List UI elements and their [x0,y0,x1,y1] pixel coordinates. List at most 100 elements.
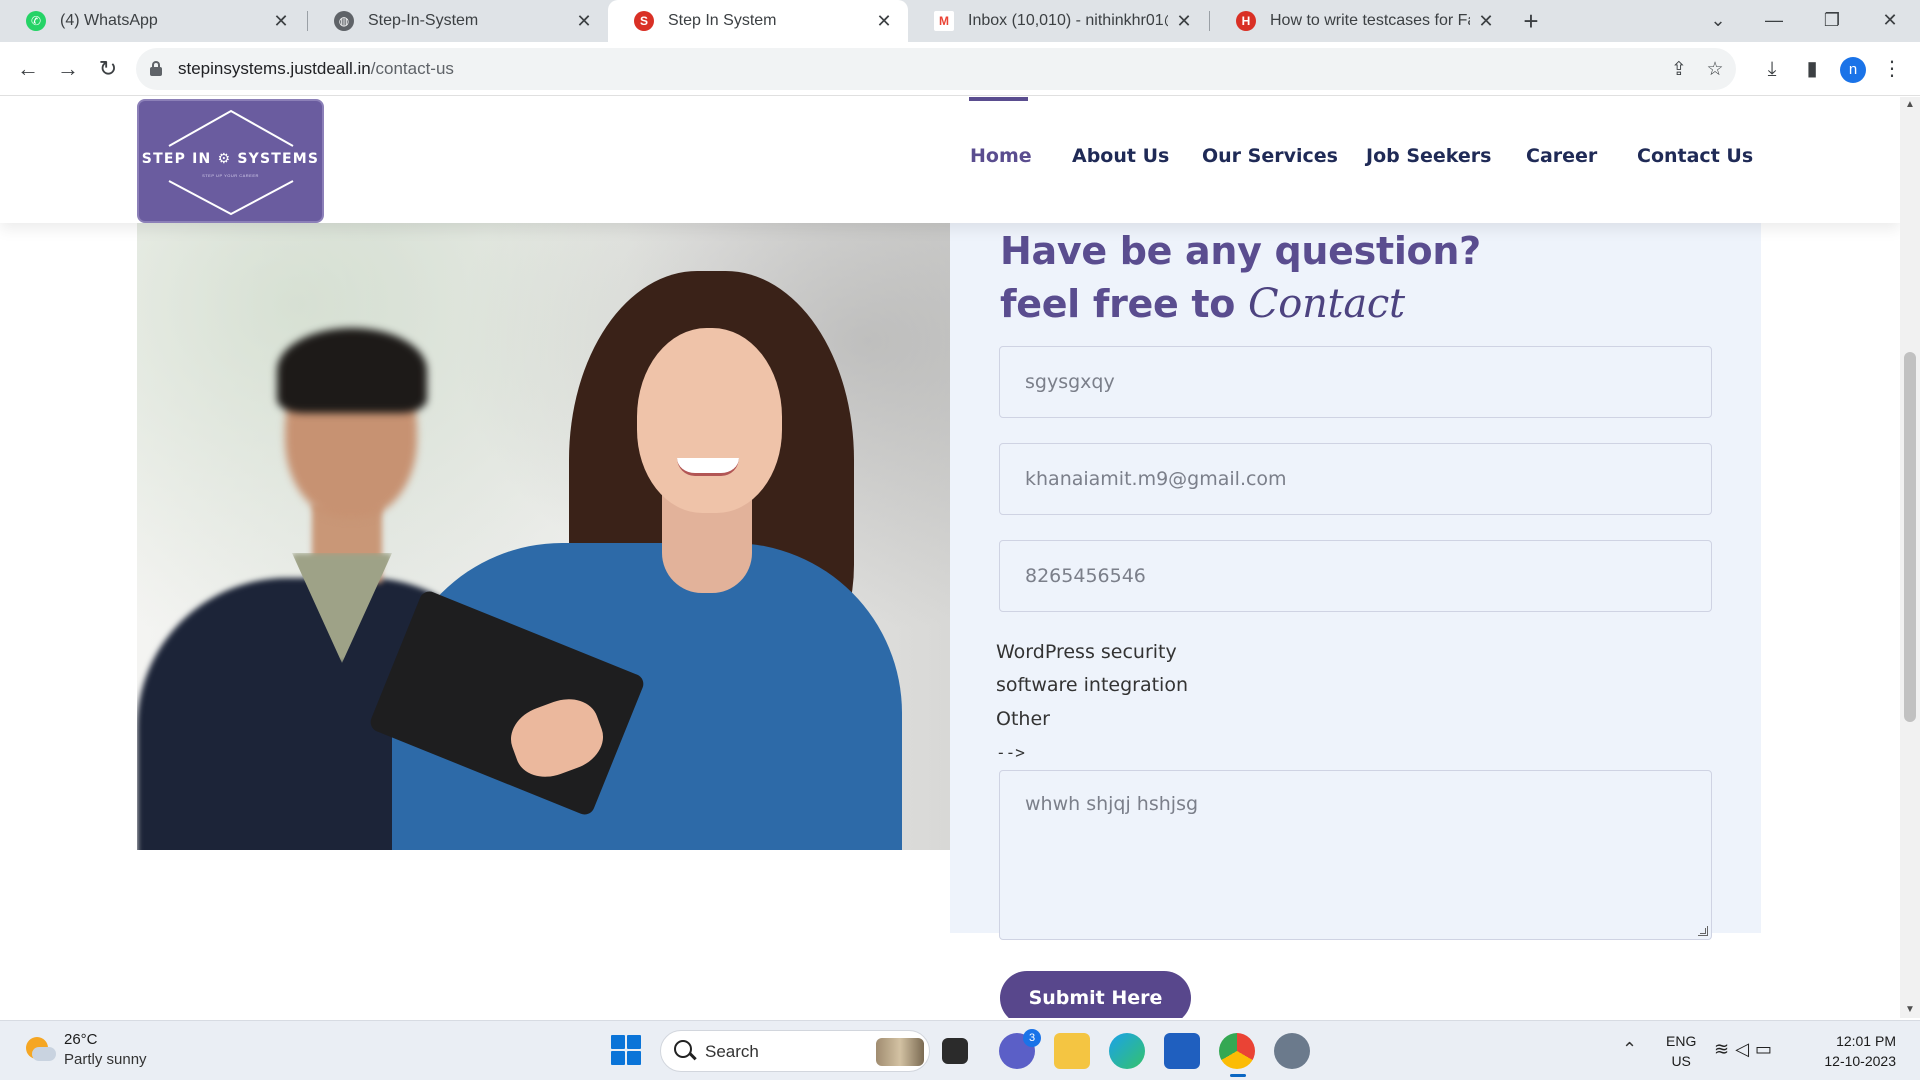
service-option-text: software integration [996,674,1189,696]
clock-date: 12-10-2023 [1824,1053,1896,1069]
site-favicon-icon: H [1236,11,1256,31]
chrome-icon[interactable] [1219,1033,1255,1077]
page-viewport: Have be any question? feel free to Conta… [0,97,1900,1018]
address-bar[interactable]: stepinsystems.justdeall.in/contact-us ⇪ … [136,48,1736,90]
teams-chat-icon[interactable]: 3 [999,1029,1041,1069]
submit-button[interactable]: Submit Here [1000,971,1191,1018]
weather-condition[interactable]: Partly sunny [64,1051,147,1068]
weather-partly-sunny-icon[interactable] [24,1035,56,1067]
side-panel-icon[interactable]: ▮ [1798,55,1826,83]
tab-testcases[interactable]: H How to write testcases for Facebook ✕ [1210,0,1510,42]
minimize-button[interactable]: — [1746,0,1802,42]
page-offset-layer: Have be any question? feel free to Conta… [0,97,1900,1018]
stepin-favicon-icon: S [634,11,654,31]
tab-title: Step-In-System [368,12,479,29]
tab-title: Inbox (10,010) - nithinkhr01@gmail.com [968,12,1168,29]
active-nav-indicator [969,97,1028,101]
logo-text: STEP IN ⚙ SYSTEMS [141,151,320,167]
close-icon[interactable]: ✕ [874,11,894,31]
scroll-up-arrow-icon[interactable]: ▲ [1900,97,1920,113]
nav-job-seekers[interactable]: Job Seekers [1366,145,1492,167]
tab-step-in-system-1[interactable]: ◍ Step-In-System ✕ [308,0,608,42]
system-tray-icons[interactable]: ≋◁▭ [1714,1039,1778,1060]
tab-step-in-system-active[interactable]: S Step In System ✕ [608,0,908,42]
tab-title: How to write testcases for Facebook [1270,12,1470,29]
close-window-button[interactable]: ✕ [1862,0,1918,42]
phone-field[interactable]: 8265456546 [999,540,1712,612]
forward-arrow-icon[interactable]: → [52,53,84,85]
photo-man-hair [277,328,427,413]
new-tab-button[interactable]: + [1516,7,1546,37]
url-path: /contact-us [370,59,454,78]
heading-line-2: feel free to Contact [1000,278,1481,331]
battery-icon[interactable]: ▭ [1755,1039,1778,1059]
lock-icon[interactable] [150,61,162,76]
input-language[interactable]: ENG US [1666,1031,1696,1071]
phone-value: 8265456546 [1025,565,1146,587]
clock-time: 12:01 PM [1836,1033,1896,1049]
gmail-icon: M [934,11,954,31]
running-indicator [1230,1074,1246,1077]
more-menu-icon[interactable]: ⋮ [1878,55,1906,83]
nav-home[interactable]: Home [970,145,1032,167]
lang-line-1: ENG [1666,1033,1697,1049]
photo-woman-smile [677,458,739,476]
message-textarea[interactable]: whwh shjqj hshjsg [999,770,1712,940]
volume-icon[interactable]: ◁ [1735,1039,1755,1059]
tab-gmail-inbox[interactable]: M Inbox (10,010) - nithinkhr01@gmail.com… [908,0,1208,42]
heading-line-1: Have be any question? [1000,229,1481,273]
task-view-icon[interactable] [942,1038,968,1064]
email-value: khanaiamit.m9@gmail.com [1025,468,1287,490]
edge-browser-icon[interactable] [1109,1033,1145,1069]
tab-title: (4) WhatsApp [60,12,158,29]
bookmark-star-icon[interactable]: ☆ [1702,57,1728,83]
profile-avatar[interactable]: n [1840,57,1866,83]
nav-about-us[interactable]: About Us [1072,145,1169,167]
close-icon[interactable]: ✕ [271,11,291,31]
tab-whatsapp[interactable]: ✆ (4) WhatsApp ✕ [0,0,305,42]
chat-badge: 3 [1023,1029,1041,1047]
photo-woman-face [637,328,782,513]
search-highlight-image [876,1038,924,1066]
settings-gear-icon[interactable] [1274,1033,1310,1069]
url-domain: stepinsystems.justdeall.in [178,59,371,78]
nav-contact-us[interactable]: Contact Us [1637,145,1753,167]
tab-search-chevron-icon[interactable]: ⌄ [1690,0,1746,42]
windows-taskbar: 26°C Partly sunny Search 3 ⌃ ENG US ≋◁▭ 1… [0,1020,1920,1080]
weather-temperature[interactable]: 26°C [64,1031,98,1048]
site-logo[interactable]: STEP IN ⚙ SYSTEMS STEP UP YOUR CAREER [137,99,324,223]
windows-start-icon[interactable] [611,1035,641,1065]
show-hidden-icons-chevron-icon[interactable]: ⌃ [1622,1039,1637,1060]
site-header: STEP IN ⚙ SYSTEMS STEP UP YOUR CAREER Ho… [0,97,1900,223]
globe-icon: ◍ [334,11,354,31]
search-icon [674,1040,692,1058]
browser-toolbar: ← → ↻ stepinsystems.justdeall.in/contact… [0,42,1920,96]
reload-icon[interactable]: ↻ [92,53,124,85]
scrollbar-thumb[interactable] [1904,352,1916,722]
microsoft-store-icon[interactable] [1164,1033,1200,1069]
lang-line-2: US [1671,1053,1691,1069]
nav-career[interactable]: Career [1526,145,1597,167]
taskbar-search[interactable]: Search [660,1030,930,1072]
page-scrollbar[interactable]: ▲ ▼ [1900,97,1920,1018]
wifi-icon[interactable]: ≋ [1714,1039,1735,1059]
back-arrow-icon[interactable]: ← [12,53,44,85]
share-icon[interactable]: ⇪ [1666,57,1692,83]
close-icon[interactable]: ✕ [574,11,594,31]
restore-button[interactable]: ❐ [1804,0,1860,42]
download-icon[interactable]: ⤓ [1758,55,1786,83]
scroll-down-arrow-icon[interactable]: ▼ [1900,1002,1920,1018]
nav-our-services[interactable]: Our Services [1202,145,1338,167]
close-icon[interactable]: ✕ [1476,11,1496,31]
close-icon[interactable]: ✕ [1174,11,1194,31]
file-explorer-icon[interactable] [1054,1033,1090,1069]
heading-accent: Contact [1248,281,1405,327]
url-text[interactable]: stepinsystems.justdeall.in/contact-us [178,59,454,79]
hero-photo [137,123,950,850]
resize-handle-icon[interactable] [1698,926,1708,936]
name-field[interactable]: sgysgxqy [999,346,1712,418]
taskbar-clock[interactable]: 12:01 PM 12-10-2023 [1810,1031,1896,1071]
whatsapp-icon: ✆ [26,11,46,31]
email-field[interactable]: khanaiamit.m9@gmail.com [999,443,1712,515]
message-value: whwh shjqj hshjsg [1025,793,1199,815]
